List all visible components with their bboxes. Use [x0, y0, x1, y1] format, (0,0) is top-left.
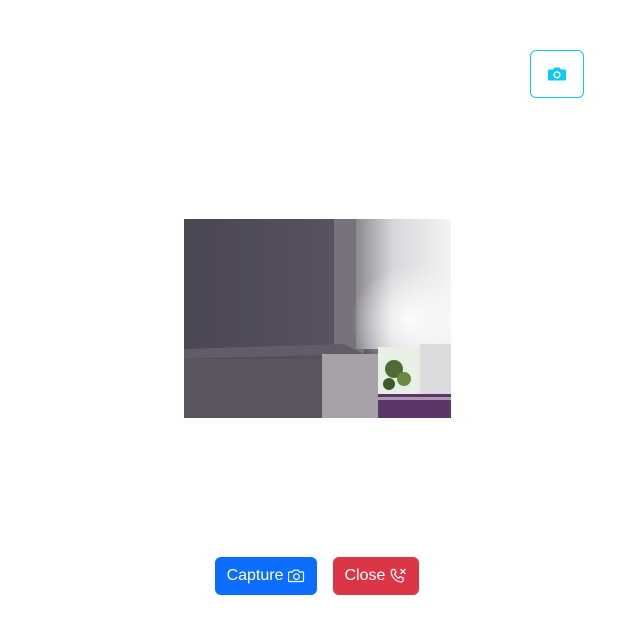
camera-capture-page: Capture Close: [0, 0, 634, 643]
camera-icon: [287, 569, 305, 583]
close-label: Close: [344, 567, 386, 584]
camera-icon: [547, 66, 567, 82]
capture-label: Capture: [226, 567, 284, 584]
capture-button[interactable]: Capture: [214, 557, 317, 595]
phone-x-icon: [389, 568, 407, 585]
close-button[interactable]: Close: [332, 557, 420, 595]
camera-preview: [184, 219, 451, 418]
action-bar: Capture Close: [0, 557, 634, 595]
switch-camera-button[interactable]: [530, 50, 584, 98]
